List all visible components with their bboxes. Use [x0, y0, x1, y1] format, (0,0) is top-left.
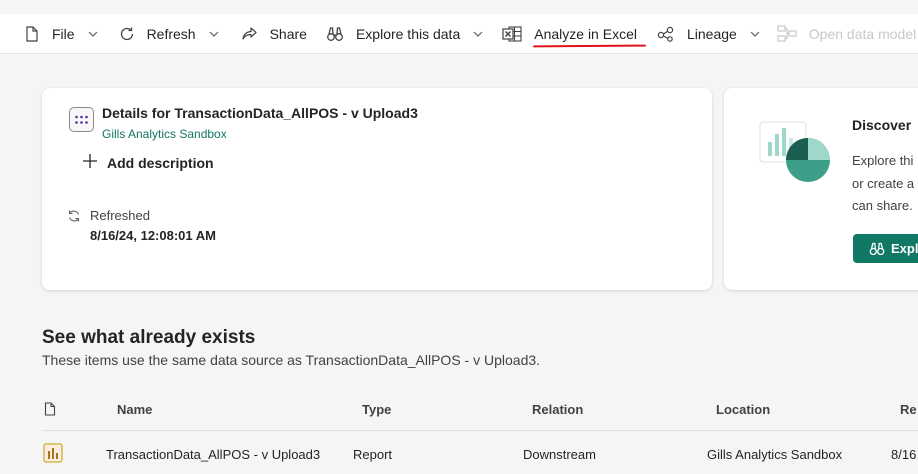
- share-icon: [240, 24, 260, 44]
- refresh-label: Refresh: [146, 25, 196, 42]
- lineage-menu[interactable]: Lineage: [656, 14, 761, 54]
- analyze-in-excel-button[interactable]: Analyze in Excel: [502, 14, 637, 54]
- refreshed-value: 8/16/24, 12:08:01 AM: [90, 228, 216, 243]
- discover-text-line: or create a: [852, 176, 915, 191]
- report-icon: [43, 443, 63, 463]
- row-name[interactable]: TransactionData_AllPOS - v Upload3: [106, 447, 320, 462]
- row-location[interactable]: Gills Analytics Sandbox: [707, 447, 842, 462]
- top-strip: [0, 0, 918, 14]
- refresh-button[interactable]: Refresh: [117, 14, 220, 54]
- analyze-label: Analyze in Excel: [534, 25, 637, 42]
- relation-column-header[interactable]: Relation: [532, 402, 583, 417]
- binoculars-icon: [869, 242, 885, 256]
- explore-label: Explore this data: [355, 25, 461, 42]
- discover-title: Discover: [852, 117, 912, 133]
- plus-icon: [82, 153, 100, 172]
- open-data-model-label: Open data model: [808, 25, 917, 42]
- row-relation: Downstream: [523, 447, 596, 462]
- refresh-status-icon: [67, 209, 81, 223]
- name-column-header[interactable]: Name: [117, 402, 152, 417]
- chevron-down-icon: [749, 28, 761, 40]
- add-description-label: Add description: [107, 154, 214, 171]
- explore-data-button[interactable]: Expl: [853, 234, 918, 263]
- share-button[interactable]: Share: [240, 14, 307, 54]
- chevron-down-icon: [472, 28, 484, 40]
- chart-illustration-icon: [758, 120, 834, 186]
- discover-text-line: Explore thi: [852, 153, 914, 168]
- discover-text-line: can share.: [852, 198, 913, 213]
- excel-icon: [502, 24, 522, 44]
- refreshed-label: Refreshed: [90, 208, 150, 223]
- chevron-down-icon: [87, 28, 99, 40]
- row-type: Report: [353, 447, 393, 462]
- explore-button[interactable]: Explore this data: [325, 14, 484, 54]
- data-model-icon: [777, 24, 797, 44]
- refresh-icon: [117, 24, 137, 44]
- workspace-link[interactable]: Gills Analytics Sandbox: [102, 127, 227, 141]
- open-data-model-button[interactable]: Open data model: [777, 14, 916, 54]
- share-label: Share: [269, 25, 307, 42]
- type-column-header[interactable]: Type: [362, 402, 391, 417]
- type-icon-header: [44, 402, 56, 419]
- lineage-icon: [656, 24, 676, 44]
- row-refreshed: 8/16: [891, 447, 917, 462]
- section-title: See what already exists: [42, 327, 256, 348]
- add-description-button[interactable]: Add description: [82, 153, 214, 172]
- location-column-header[interactable]: Location: [716, 402, 770, 417]
- refreshed-column-header[interactable]: Re: [900, 402, 917, 417]
- section-subtitle: These items use the same data source as …: [42, 352, 541, 368]
- lineage-label: Lineage: [686, 25, 737, 42]
- header-divider: [42, 430, 918, 431]
- semantic-model-icon: [69, 107, 94, 132]
- details-title: Details for TransactionData_AllPOS - v U…: [102, 105, 418, 121]
- file-label: File: [52, 25, 75, 42]
- binoculars-icon: [325, 24, 345, 44]
- chevron-down-icon: [208, 28, 220, 40]
- explore-data-label: Expl: [891, 241, 918, 256]
- document-icon: [22, 24, 42, 44]
- toolbar: File Refresh Share Explore this data Ana…: [0, 14, 918, 54]
- file-menu[interactable]: File: [22, 14, 99, 54]
